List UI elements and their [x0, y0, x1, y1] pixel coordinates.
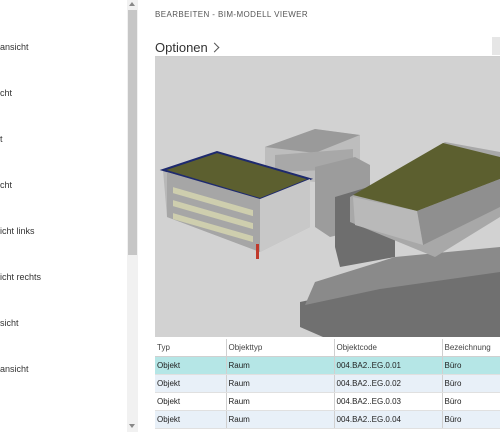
cell-objektcode: 004.BA2..EG.0.01 — [334, 356, 443, 375]
sidebar-item-view-right[interactable]: icht rechts — [0, 272, 41, 282]
sidebar-item-view-left[interactable]: icht links — [0, 226, 35, 236]
column-header-bezeichnung[interactable]: Bezeichnung — [442, 339, 500, 357]
cell-objekttyp: Raum — [226, 374, 335, 393]
sidebar-item-view-7[interactable]: sicht — [0, 318, 19, 328]
sidebar-scrollbar[interactable] — [127, 0, 138, 432]
scroll-down-arrow-icon[interactable] — [129, 424, 135, 428]
sidebar: ansicht cht t cht icht links icht rechts… — [0, 0, 127, 432]
cell-bezeichnung: Büro — [442, 356, 500, 375]
column-header-objekttyp[interactable]: Objekttyp — [226, 339, 335, 357]
table-row[interactable]: Objekt Raum 004.BA2..EG.0.04 Büro — [155, 410, 500, 429]
objects-table: Typ Objekttyp Objektcode Bezeichnung Obj… — [155, 339, 500, 429]
sidebar-item-view-8[interactable]: ansicht — [0, 364, 29, 374]
column-header-objektcode[interactable]: Objektcode — [334, 339, 443, 357]
cell-objekttyp: Raum — [226, 356, 335, 375]
options-bar-edge — [492, 37, 500, 55]
table-row[interactable]: Objekt Raum 004.BA2..EG.0.03 Büro — [155, 392, 500, 411]
cell-objektcode: 004.BA2..EG.0.02 — [334, 374, 443, 393]
cell-typ: Objekt — [155, 374, 227, 393]
scroll-up-arrow-icon[interactable] — [129, 2, 135, 6]
cell-bezeichnung: Büro — [442, 392, 500, 411]
cell-bezeichnung: Büro — [442, 410, 500, 429]
cell-bezeichnung: Büro — [442, 374, 500, 393]
scroll-thumb[interactable] — [128, 10, 137, 255]
column-header-typ[interactable]: Typ — [155, 339, 227, 357]
cell-objektcode: 004.BA2..EG.0.03 — [334, 392, 443, 411]
bim-model-render[interactable] — [155, 57, 500, 337]
sidebar-item-view-1[interactable]: ansicht — [0, 42, 29, 52]
cell-typ: Objekt — [155, 356, 227, 375]
sidebar-item-view-4[interactable]: cht — [0, 180, 12, 190]
bim-model-viewer[interactable] — [155, 57, 500, 337]
cell-typ: Objekt — [155, 410, 227, 429]
cell-objektcode: 004.BA2..EG.0.04 — [334, 410, 443, 429]
table-row[interactable]: Objekt Raum 004.BA2..EG.0.02 Büro — [155, 374, 500, 393]
cell-objekttyp: Raum — [226, 410, 335, 429]
options-title: Optionen — [155, 40, 208, 55]
table-row[interactable]: Objekt Raum 004.BA2..EG.0.01 Büro — [155, 356, 500, 375]
sidebar-item-view-3[interactable]: t — [0, 134, 3, 144]
cell-objekttyp: Raum — [226, 392, 335, 411]
options-toggle[interactable]: Optionen — [155, 40, 220, 55]
model-red-marker — [256, 244, 259, 259]
cell-typ: Objekt — [155, 392, 227, 411]
table-header-row: Typ Objekttyp Objektcode Bezeichnung — [155, 339, 500, 357]
breadcrumb: BEARBEITEN - BIM-MODELL VIEWER — [155, 10, 309, 19]
chevron-right-icon — [209, 42, 220, 53]
sidebar-item-view-2[interactable]: cht — [0, 88, 12, 98]
